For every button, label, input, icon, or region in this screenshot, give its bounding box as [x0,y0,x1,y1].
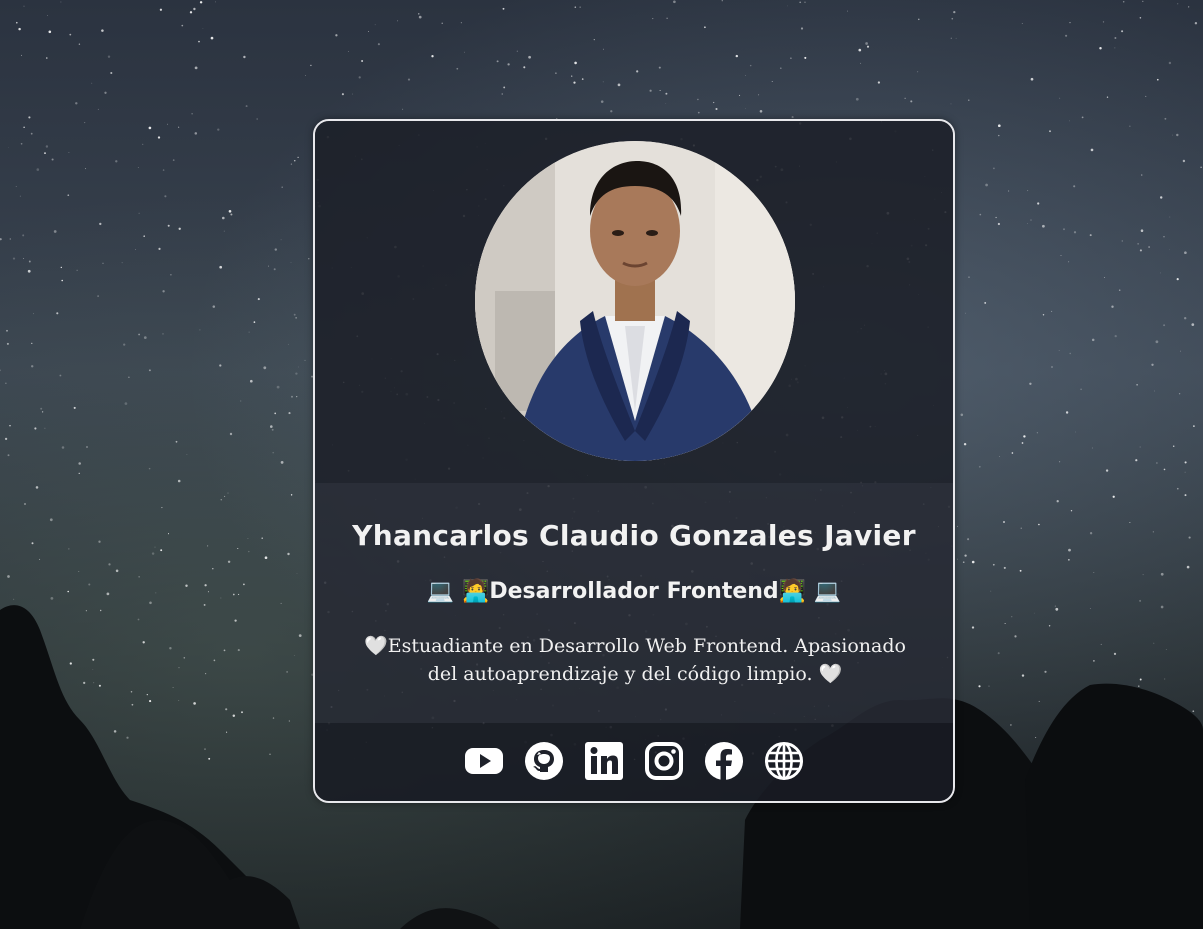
social-links [315,741,953,785]
github-link[interactable] [524,741,564,781]
globe-icon [765,742,803,780]
profile-name: Yhancarlos Claudio Gonzales Javier [352,519,916,552]
website-link[interactable] [764,741,804,781]
linkedin-link[interactable] [584,741,624,781]
profile-card: Yhancarlos Claudio Gonzales Javier 💻 🧑‍💻… [313,119,955,803]
linkedin-icon [585,742,623,780]
profile-bio: 🤍Estuadiante en Desarrollo Web Frontend.… [364,635,906,685]
github-icon [525,742,563,780]
profile-avatar [475,141,795,461]
facebook-icon [705,742,743,780]
youtube-link[interactable] [464,741,504,781]
youtube-icon [465,748,503,774]
instagram-icon [645,742,683,780]
facebook-link[interactable] [704,741,744,781]
profile-role: 💻 🧑‍💻Desarrollador Frontend🧑‍💻 💻 [426,579,842,604]
instagram-link[interactable] [644,741,684,781]
